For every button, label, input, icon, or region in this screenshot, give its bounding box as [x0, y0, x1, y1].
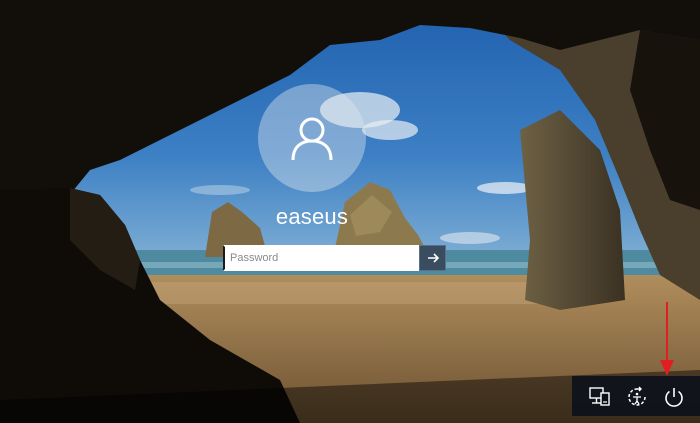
username-label: easeus [275, 204, 349, 229]
network-icon [589, 387, 610, 406]
annotation-arrow [660, 302, 674, 376]
user-silhouette-icon [291, 117, 333, 161]
password-input[interactable] [223, 245, 419, 271]
power-icon [665, 388, 683, 407]
submit-button[interactable] [419, 245, 446, 271]
ease-of-access-button[interactable] [622, 382, 652, 412]
ease-of-access-icon [628, 386, 646, 406]
arrow-right-icon [427, 253, 439, 263]
power-button[interactable] [659, 382, 689, 412]
password-box [223, 245, 446, 271]
user-avatar [258, 84, 366, 192]
network-button[interactable] [584, 382, 614, 412]
system-buttons-tray [572, 376, 700, 416]
